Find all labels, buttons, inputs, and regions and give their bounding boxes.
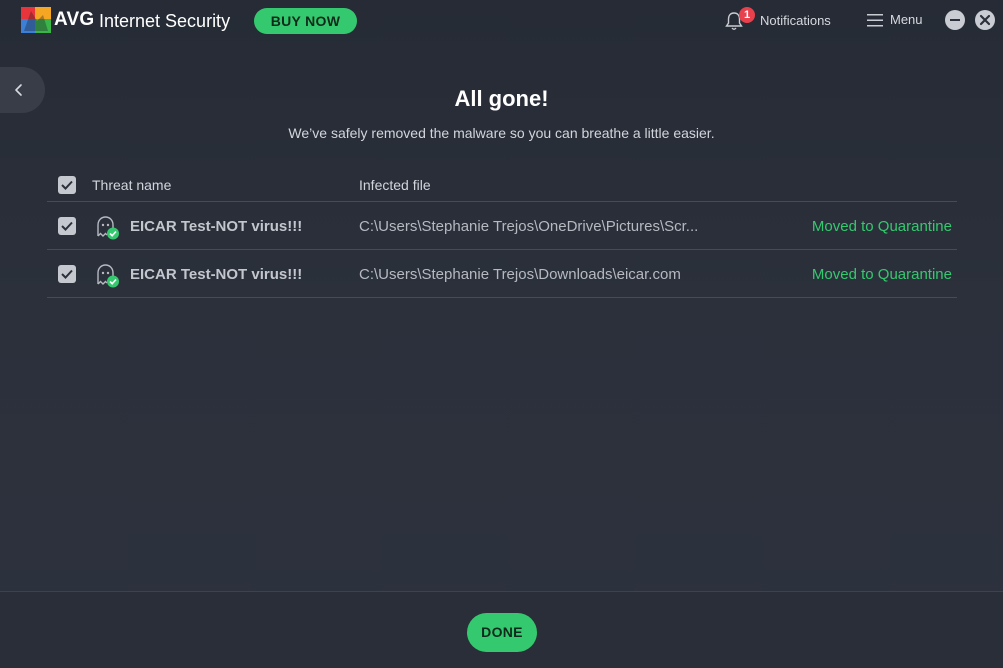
notification-count-badge: 1 [739, 7, 755, 23]
brand-name: AVG [54, 9, 95, 30]
buy-now-button[interactable]: BUY NOW [254, 8, 357, 34]
table-header: Threat name Infected file [47, 167, 957, 202]
avg-logo-icon [21, 7, 51, 33]
checkmark-icon [61, 180, 73, 190]
page-subtitle: We’ve safely removed the malware so you … [288, 125, 715, 141]
infected-file-path: C:\Users\Stephanie Trejos\OneDrive\Pictu… [359, 218, 699, 235]
row-checkbox[interactable] [58, 265, 76, 283]
page-title: All gone! [454, 86, 549, 111]
threat-name: EICAR Test-NOT virus!!! [130, 266, 303, 283]
ghost-threat-icon [97, 264, 119, 288]
threat-name: EICAR Test-NOT virus!!! [130, 218, 303, 235]
close-button[interactable] [975, 10, 995, 30]
minimize-button[interactable] [945, 10, 965, 30]
ghost-threat-icon [97, 216, 119, 240]
infected-file-path: C:\Users\Stephanie Trejos\Downloads\eica… [359, 266, 681, 283]
menu-link[interactable]: Menu [890, 12, 923, 27]
column-header-infected-file[interactable]: Infected file [359, 177, 431, 193]
hamburger-menu-icon[interactable] [867, 14, 883, 27]
table-row: EICAR Test-NOT virus!!! C:\Users\Stephan… [47, 250, 957, 298]
done-button[interactable]: DONE [467, 613, 537, 652]
column-header-threat-name[interactable]: Threat name [92, 177, 171, 193]
footer-bar: DONE [0, 591, 1003, 668]
row-checkbox[interactable] [58, 217, 76, 235]
select-all-checkbox[interactable] [58, 176, 76, 194]
title-bar: AVG Internet Security BUY NOW 1 Notifica… [0, 0, 1003, 42]
threat-status: Moved to Quarantine [811, 266, 952, 283]
product-name: Internet Security [99, 11, 231, 31]
checkmark-icon [61, 221, 73, 231]
notifications-link[interactable]: Notifications [760, 13, 831, 28]
threats-table: Threat name Infected file EICAR Test-NOT… [47, 167, 957, 298]
close-icon [979, 14, 991, 26]
table-row: EICAR Test-NOT virus!!! C:\Users\Stephan… [47, 202, 957, 250]
minimize-icon [950, 19, 960, 21]
threat-status: Moved to Quarantine [811, 218, 952, 235]
checkmark-icon [61, 269, 73, 279]
